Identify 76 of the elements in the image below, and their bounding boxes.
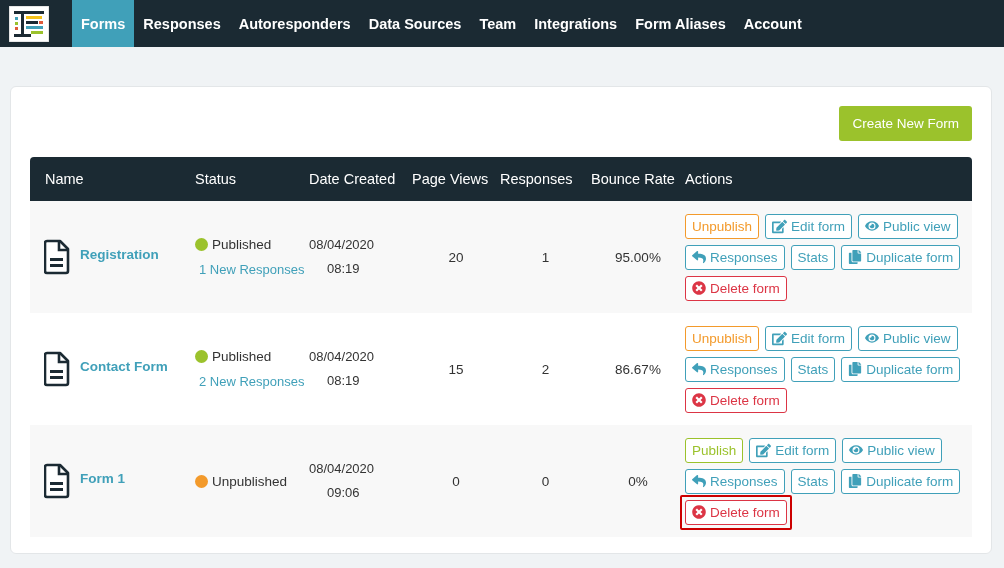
status-text: Unpublished	[212, 473, 288, 489]
responses-button[interactable]: Responses	[685, 244, 785, 270]
column-header: Responses	[500, 157, 591, 201]
duplicate-button[interactable]: Duplicate form	[841, 468, 961, 494]
create-form-button[interactable]: Create New Form	[839, 106, 972, 141]
view-button[interactable]: Public view	[858, 213, 958, 239]
date-text: 08/04/2020	[309, 460, 376, 478]
table-cell: 95.00%	[615, 249, 661, 265]
delete-button[interactable]: Delete form	[685, 275, 787, 301]
edit-icon	[772, 218, 788, 234]
nav-tab[interactable]: Autoresponders	[229, 0, 360, 47]
column-header: Date Created	[309, 157, 412, 201]
edit-button[interactable]: Edit form	[765, 213, 853, 239]
reply-icon	[692, 362, 706, 376]
nav-tab[interactable]: Forms	[72, 0, 135, 47]
edit-icon	[756, 442, 772, 458]
column-header: Status	[195, 157, 309, 201]
time-text: 09:06	[326, 484, 361, 502]
edit-button[interactable]: Edit form	[749, 437, 837, 463]
responses-button[interactable]: Responses	[685, 356, 785, 382]
document-icon	[44, 239, 70, 275]
table-cell: 0	[541, 473, 550, 489]
column-header: Bounce Rate	[591, 157, 685, 201]
eye-icon	[849, 443, 864, 457]
publish-button[interactable]: Publish	[685, 437, 744, 463]
edit-icon	[772, 330, 788, 346]
table-cell: 0%	[628, 473, 648, 489]
column-header: Name	[30, 157, 195, 201]
duplicate-button[interactable]: Duplicate form	[841, 244, 961, 270]
nav-tab[interactable]: Team	[470, 0, 526, 47]
copy-icon	[848, 362, 863, 376]
table-cell: 86.67%	[615, 361, 661, 377]
nav-tab[interactable]: Account	[734, 0, 811, 47]
nav-tab[interactable]: Integrations	[525, 0, 627, 47]
table-cell: 20	[448, 249, 464, 265]
column-header: Actions	[685, 157, 972, 201]
table-cell: 1	[541, 249, 550, 265]
unpublish-button[interactable]: Unpublish	[685, 325, 760, 351]
form-name-link[interactable]: Form 1	[80, 471, 125, 486]
column-header: Page Views	[412, 157, 500, 201]
nav-tab[interactable]: Form Aliases	[626, 0, 735, 47]
new-responses-link[interactable]: 1 New Responses	[199, 262, 309, 277]
status-text: Published	[212, 237, 272, 252]
reply-icon	[692, 474, 706, 488]
table-cell: 2	[541, 361, 550, 377]
status-text: Published	[212, 349, 272, 364]
form-name-link[interactable]: Registration	[80, 247, 159, 262]
stats-button[interactable]: Stats	[790, 244, 836, 270]
time-text: 08:19	[326, 260, 361, 278]
view-button[interactable]: Public view	[842, 437, 942, 463]
delete-button[interactable]: Delete form	[685, 499, 787, 525]
date-text: 08/04/2020	[309, 236, 376, 254]
unpublish-button[interactable]: Unpublish	[685, 213, 760, 239]
stats-button[interactable]: Stats	[790, 356, 836, 382]
date-text: 08/04/2020	[309, 348, 376, 366]
stats-button[interactable]: Stats	[790, 468, 836, 494]
table-cell: 15	[448, 361, 464, 377]
app-logo[interactable]	[9, 5, 49, 42]
nav-tab[interactable]: Data Sources	[359, 0, 471, 47]
table-cell: 0	[452, 473, 460, 489]
eye-icon	[865, 219, 880, 233]
new-responses-link[interactable]: 2 New Responses	[199, 374, 309, 389]
view-button[interactable]: Public view	[858, 325, 958, 351]
duplicate-button[interactable]: Duplicate form	[841, 356, 961, 382]
form-name-link[interactable]: Contact Form	[80, 359, 168, 374]
copy-icon	[848, 474, 863, 488]
delete-button[interactable]: Delete form	[685, 387, 787, 413]
document-icon	[44, 463, 70, 499]
edit-button[interactable]: Edit form	[765, 325, 853, 351]
responses-button[interactable]: Responses	[685, 468, 785, 494]
time-text: 08:19	[326, 372, 361, 390]
eye-icon	[865, 331, 880, 345]
reply-icon	[692, 250, 706, 264]
nav-tab[interactable]: Responses	[134, 0, 230, 47]
document-icon	[44, 351, 70, 387]
copy-icon	[848, 250, 863, 264]
